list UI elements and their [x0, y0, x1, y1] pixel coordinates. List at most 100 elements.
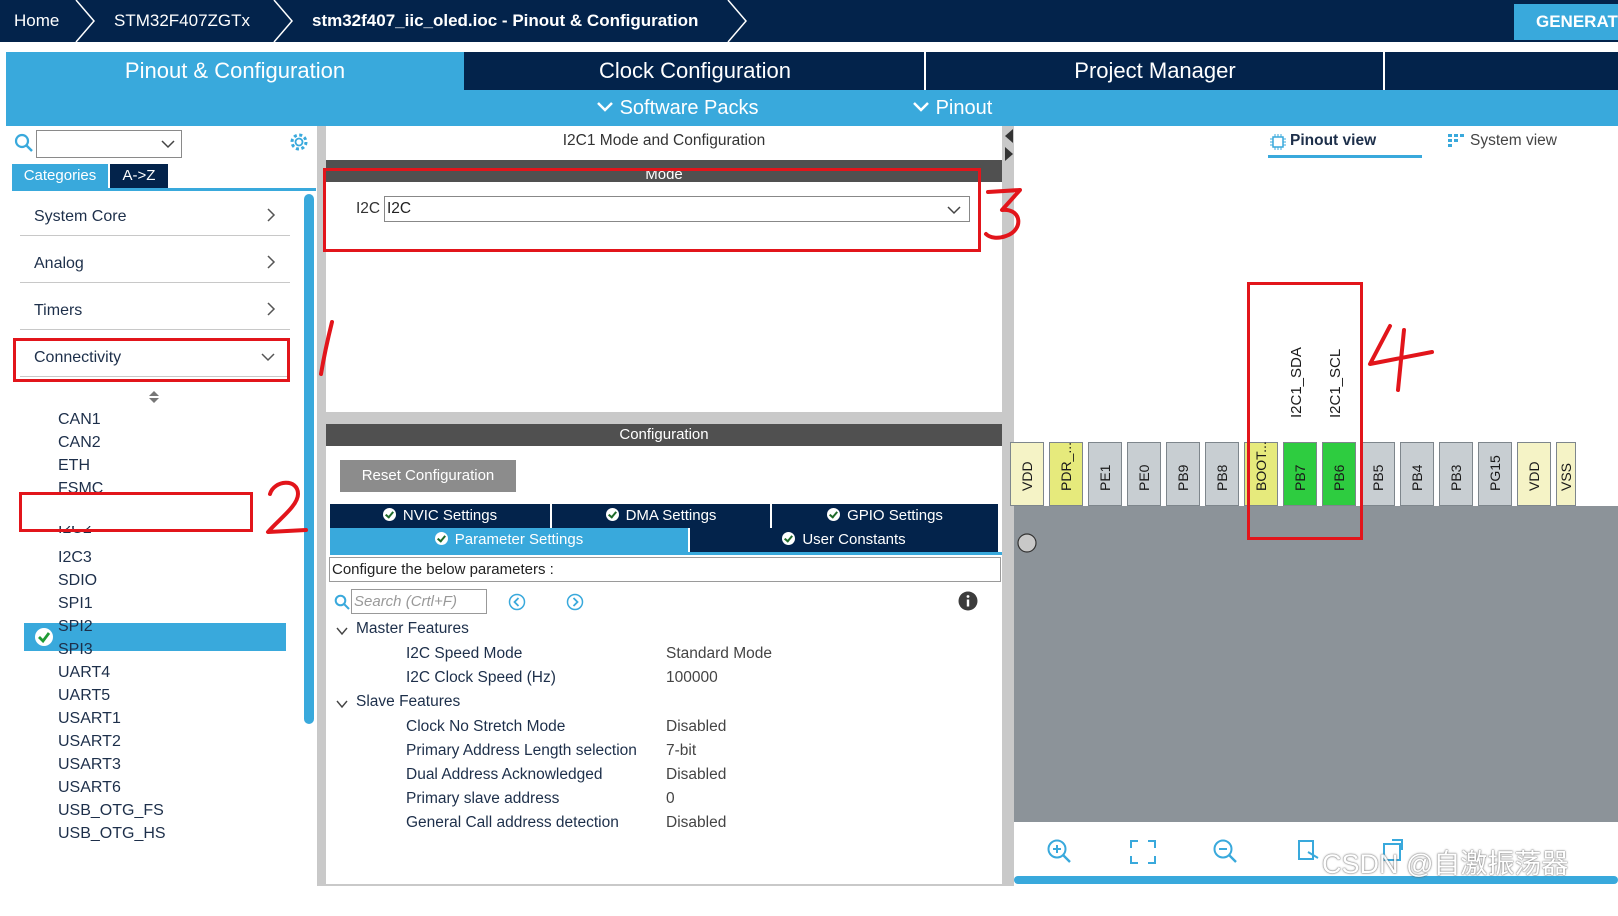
check-circle-icon	[434, 532, 448, 545]
param-name: Clock No Stretch Mode	[406, 718, 566, 735]
param-value[interactable]: Disabled	[666, 718, 726, 736]
reset-configuration-button[interactable]: Reset Configuration	[340, 460, 516, 492]
breadcrumb-separator-icon	[727, 0, 747, 42]
pin[interactable]: VSS	[1556, 442, 1576, 506]
annotation-box-pins	[1247, 282, 1363, 540]
fit-icon[interactable]	[1130, 840, 1156, 864]
tab-pinout-configuration[interactable]: Pinout & Configuration	[6, 52, 464, 90]
list-item[interactable]: SPI3	[58, 641, 93, 659]
list-item[interactable]: CAN1	[58, 411, 101, 429]
parameters-hint: Configure the below parameters :	[329, 557, 1001, 582]
pin[interactable]: PB9	[1166, 442, 1200, 506]
param-value[interactable]: 100000	[666, 669, 718, 687]
tab-user-constants[interactable]: User Constants	[690, 528, 998, 552]
category-analog[interactable]: Analog	[20, 243, 290, 283]
param-value[interactable]: Disabled	[666, 766, 726, 784]
param-value[interactable]: Disabled	[666, 814, 726, 832]
breadcrumb-project[interactable]: stm32f407_iic_oled.ioc - Pinout & Config…	[312, 0, 698, 42]
breadcrumb-separator-icon	[75, 0, 95, 42]
pin-name: PB9	[1175, 464, 1191, 491]
category-label: Timers	[34, 302, 83, 319]
list-item[interactable]: UART5	[58, 687, 110, 705]
next-result-icon[interactable]	[566, 593, 584, 611]
list-item[interactable]: UART4	[58, 664, 110, 682]
zoom-out-icon[interactable]	[1212, 838, 1238, 864]
group-slave-features[interactable]: Slave Features	[356, 693, 460, 711]
annotation-number	[266, 480, 308, 534]
pinout-menu[interactable]: Pinout	[912, 90, 992, 126]
list-item[interactable]: USART3	[58, 756, 121, 774]
breadcrumb: Home STM32F407ZGTx stm32f407_iic_oled.io…	[0, 0, 1618, 42]
list-item[interactable]: USART1	[58, 710, 121, 728]
tab-label: DMA Settings	[625, 507, 717, 524]
zoom-in-icon[interactable]	[1046, 838, 1072, 864]
pin-name: PDR_...	[1058, 441, 1074, 491]
chevron-down-icon	[913, 102, 929, 112]
chevron-down-icon[interactable]	[336, 699, 348, 709]
tab-categories[interactable]: Categories	[12, 164, 108, 188]
pin[interactable]: VDD	[1517, 442, 1551, 506]
pin[interactable]: PDR_...	[1049, 442, 1083, 506]
pin1-marker-icon	[1017, 533, 1037, 553]
list-item[interactable]: CAN2	[58, 434, 101, 452]
pin[interactable]: PB8	[1205, 442, 1239, 506]
list-item[interactable]: I2C3	[58, 549, 92, 567]
tab-dma-settings[interactable]: DMA Settings	[552, 504, 770, 528]
pin[interactable]: PB4	[1400, 442, 1434, 506]
pin[interactable]: PG15	[1478, 442, 1512, 506]
parameter-search-input[interactable]: Search (Crtl+F)	[351, 589, 487, 614]
list-item[interactable]: SPI1	[58, 595, 93, 613]
breadcrumb-home[interactable]: Home	[14, 0, 59, 42]
category-system-core[interactable]: System Core	[20, 196, 290, 236]
param-name: Primary slave address	[406, 790, 560, 807]
tab-nvic-settings[interactable]: NVIC Settings	[330, 504, 550, 528]
list-item[interactable]: USB_OTG_HS	[58, 825, 166, 843]
pin[interactable]: PE0	[1127, 442, 1161, 506]
list-item[interactable]: ETH	[58, 457, 90, 475]
gear-icon[interactable]	[288, 131, 310, 153]
tab-a-z[interactable]: A->Z	[110, 164, 168, 188]
chevron-down-icon[interactable]	[336, 626, 348, 636]
pin[interactable]: VDD	[1010, 442, 1044, 506]
list-item[interactable]: USART2	[58, 733, 121, 751]
main-tabs: Pinout & Configuration Clock Configurati…	[6, 52, 1618, 90]
pin-name: PE0	[1136, 464, 1152, 491]
pin[interactable]: PE1	[1088, 442, 1122, 506]
check-circle-icon	[827, 508, 841, 521]
check-circle-icon	[782, 532, 796, 545]
list-item[interactable]: SDIO	[58, 572, 97, 590]
tab-separator	[1383, 52, 1385, 90]
list-item[interactable]: FSMC	[58, 480, 103, 492]
param-value[interactable]: 0	[666, 790, 675, 808]
system-view-tab[interactable]: System view	[1446, 132, 1557, 156]
param-value[interactable]: Standard Mode	[666, 645, 772, 663]
software-packs-menu[interactable]: Software Packs	[596, 90, 759, 126]
search-icon	[14, 133, 33, 152]
tab-project-manager[interactable]: Project Manager	[926, 52, 1384, 90]
previous-result-icon[interactable]	[508, 593, 526, 611]
list-item[interactable]: SPI2	[58, 618, 93, 636]
tab-parameter-settings[interactable]: Parameter Settings	[330, 528, 688, 552]
info-icon[interactable]	[958, 591, 978, 611]
search-combo[interactable]	[36, 130, 182, 158]
group-master-features[interactable]: Master Features	[356, 620, 469, 638]
list-item[interactable]: USB_OTG_FS	[58, 802, 164, 820]
pin[interactable]: PB5	[1361, 442, 1395, 506]
list-item[interactable]: USART6	[58, 779, 121, 797]
left-scrollbar[interactable]	[304, 194, 314, 724]
breadcrumb-device[interactable]: STM32F407ZGTx	[114, 0, 250, 42]
collapse-panel-icon[interactable]	[1004, 128, 1014, 162]
tab-underline	[12, 188, 316, 191]
tab-gpio-settings[interactable]: GPIO Settings	[772, 504, 998, 528]
export-image-icon[interactable]	[1296, 838, 1322, 864]
annotation-box-i2c1	[19, 492, 253, 532]
pinout-view-tab[interactable]: Pinout view	[1268, 132, 1422, 158]
param-value[interactable]: 7-bit	[666, 742, 696, 760]
sort-icon[interactable]	[148, 390, 160, 404]
tab-clock-configuration[interactable]: Clock Configuration	[466, 52, 924, 90]
generate-code-button[interactable]: GENERAT	[1514, 4, 1618, 40]
chevron-down-icon	[161, 140, 175, 149]
pin[interactable]: PB3	[1439, 442, 1473, 506]
category-timers[interactable]: Timers	[20, 290, 290, 330]
param-name: I2C Clock Speed (Hz)	[406, 669, 556, 686]
